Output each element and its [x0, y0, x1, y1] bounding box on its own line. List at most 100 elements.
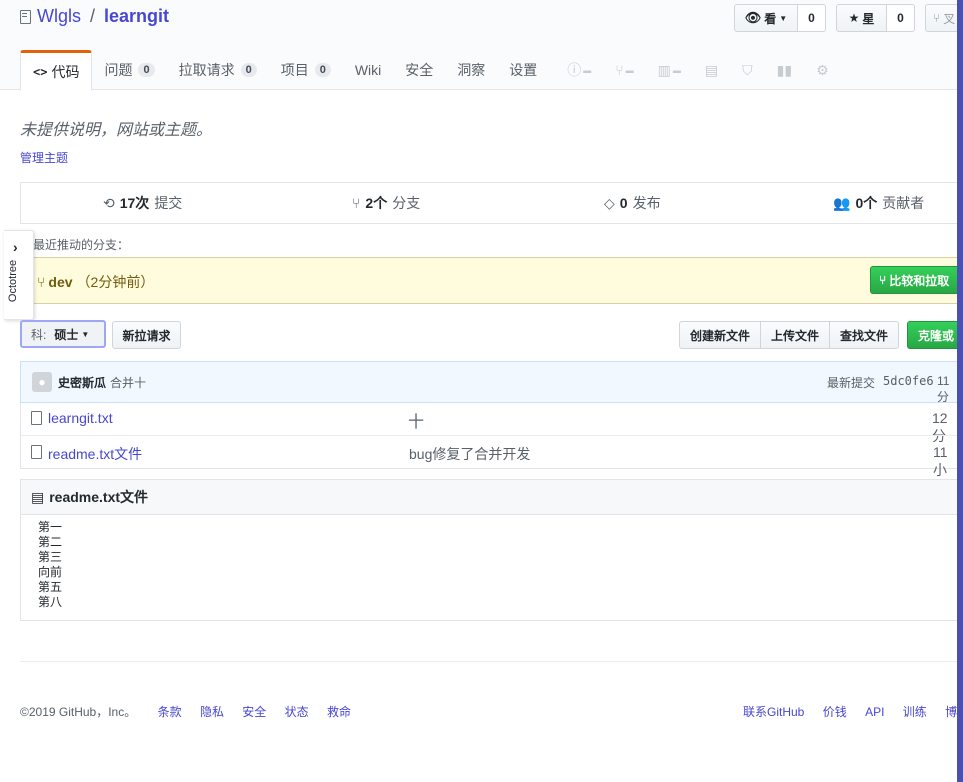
create-new-file-button[interactable]: 创建新文件	[679, 321, 761, 349]
branch-prefix-label: 科:	[31, 327, 47, 342]
window-edge-bar	[957, 0, 963, 782]
star-count[interactable]: 0	[887, 4, 915, 32]
footer-link-security[interactable]: 安全	[242, 705, 266, 719]
footer-link-help[interactable]: 救命	[327, 705, 351, 719]
repo-owner-link[interactable]: Wlgls	[37, 6, 81, 27]
footer-link-terms[interactable]: 条款	[158, 705, 182, 719]
octotree-label: Octotree	[7, 259, 20, 303]
commit-message-link[interactable]: 合并十	[110, 374, 146, 391]
upload-files-button[interactable]: 上传文件	[760, 321, 830, 349]
git-pull-request-icon[interactable]: ⑂ ▬	[603, 50, 645, 90]
clone-download-label: 克隆或	[918, 328, 955, 343]
footer-divider	[20, 661, 957, 662]
file-commit-message-link[interactable]: 十	[408, 408, 424, 432]
star-button[interactable]: ★ 星	[836, 4, 887, 32]
commit-hash-link[interactable]: 5dc0fe6	[883, 374, 934, 388]
footer-link-privacy[interactable]: 隐私	[200, 705, 224, 719]
git-branch-icon: ⑂	[352, 195, 361, 211]
tab-projects[interactable]: 项目 0	[269, 50, 343, 90]
footer-left: ©2019 GitHub，Inc。 条款 隐私 安全 状态 救命	[20, 703, 366, 720]
tab-settings[interactable]: 设置	[497, 50, 549, 90]
tab-issues[interactable]: 问题 0	[92, 50, 166, 90]
gear-icon[interactable]: ⚙	[804, 50, 841, 90]
commits-count: 17次	[119, 195, 150, 211]
book-icon: ▤	[31, 488, 45, 505]
fork-label: 叉	[943, 11, 956, 26]
avatar[interactable]: ●	[32, 372, 52, 392]
shield-icon[interactable]: ⛉	[730, 50, 765, 90]
readme-line: 第五	[38, 580, 63, 594]
repo-description: 未提供说明，网站或主题。	[20, 122, 213, 139]
tab-projects-label: 项目	[280, 62, 309, 78]
tab-settings-label: 设置	[509, 62, 538, 78]
projects-count-badge: 0	[314, 63, 331, 77]
commits-summary[interactable]: ⟲ 17次 提交	[103, 193, 182, 213]
history-icon: ⟲	[103, 194, 115, 211]
file-table: learngit.txt 十 12分 readme.txt文件 bug修复了合并…	[20, 402, 958, 478]
star-label: 星	[862, 11, 875, 26]
readme-header: ▤ readme.txt文件	[21, 480, 958, 515]
code-icon: <>	[33, 64, 48, 79]
latest-commit-label: 最新提交	[827, 376, 876, 390]
releases-label: 发布	[632, 195, 661, 211]
branches-count: 2个	[365, 195, 388, 211]
readme-content: 第一 第二 第三 向前 第五 第八	[38, 520, 62, 610]
footer-link-pricing[interactable]: 价钱	[823, 705, 847, 719]
clone-download-button[interactable]: 克隆或	[907, 321, 957, 349]
recent-branch-link[interactable]: dev	[48, 274, 72, 290]
compare-pull-request-button[interactable]: ⑂ 比较和拉取	[870, 266, 958, 294]
tab-wiki[interactable]: Wiki	[343, 50, 393, 90]
file-name-link[interactable]: readme.txt文件	[48, 444, 142, 464]
git-branch-icon: ⑂	[37, 274, 46, 290]
manage-topics-link[interactable]: 管理主题	[20, 149, 68, 166]
footer-right: 联系GitHub 价钱 API 训练 博客	[743, 703, 957, 720]
tab-insights[interactable]: 洞察	[445, 50, 497, 90]
repo-separator: /	[90, 6, 96, 26]
octotree-toggle[interactable]: › Octotree	[4, 230, 34, 320]
repo-name-link[interactable]: learngit	[104, 6, 169, 27]
branches-summary[interactable]: ⑂ 2个 分支	[352, 193, 420, 213]
new-pull-request-button[interactable]: 新拉请求	[112, 321, 181, 349]
issues-count-badge: 0	[138, 63, 155, 77]
readme-title: readme.txt文件	[49, 489, 149, 505]
footer-copyright: ©2019 GitHub，Inc。	[20, 705, 137, 719]
readme-line: 第二	[38, 535, 63, 549]
find-file-button[interactable]: 查找文件	[829, 321, 899, 349]
tab-pull-requests[interactable]: 拉取请求 0	[167, 50, 269, 90]
book-icon[interactable]: ▤	[693, 50, 730, 90]
file-name-link[interactable]: learngit.txt	[48, 410, 113, 426]
commit-time: 11分	[937, 374, 950, 404]
project-icon[interactable]: ▥ ▬	[646, 50, 693, 90]
file-icon	[31, 445, 42, 459]
commit-author-link[interactable]: 史密斯瓜	[58, 374, 106, 391]
numbers-summary: ⟲ 17次 提交 ⑂ 2个 分支 ◇ 0 发布 👥 0个 贡献者	[20, 182, 957, 224]
recent-branch-banner: ⑂ dev （2分钟前） ⑂ 比较和拉取	[20, 257, 958, 304]
footer-link-status[interactable]: 状态	[285, 705, 309, 719]
graph-icon[interactable]: ▮▮	[765, 50, 804, 90]
readme-box: ▤ readme.txt文件 第一 第二 第三 向前 第五 第八	[20, 479, 958, 621]
releases-summary[interactable]: ◇ 0 发布	[604, 193, 661, 213]
table-row: learngit.txt 十 12分	[21, 402, 958, 444]
pull-requests-count-badge: 0	[240, 63, 257, 77]
footer-link-training[interactable]: 训练	[903, 705, 927, 719]
watch-button[interactable]: 👁 看 ▼	[734, 4, 798, 32]
issue-opened-icon[interactable]: ⓘ ▬	[549, 50, 603, 90]
caret-down-icon: ▼	[81, 329, 90, 339]
tab-security[interactable]: 安全	[393, 50, 445, 90]
recent-branch-time: （2分钟前）	[76, 274, 155, 290]
watch-count[interactable]: 0	[798, 4, 826, 32]
footer-link-api[interactable]: API	[865, 705, 884, 719]
file-time: 11小	[933, 444, 948, 478]
file-commit-message-link[interactable]: bug修复了合并开发	[409, 444, 530, 464]
contributors-summary[interactable]: 👥 0个 贡献者	[833, 193, 924, 213]
contributors-label: 贡献者	[882, 195, 925, 211]
tab-code[interactable]: <> 代码	[20, 50, 93, 91]
tag-icon: ◇	[604, 194, 615, 211]
footer-link-blog[interactable]: 博客	[945, 705, 957, 719]
branches-label: 分支	[392, 195, 421, 211]
fork-icon: ⑂	[933, 11, 941, 25]
branch-select-button[interactable]: 科: 硕士 ▼	[20, 320, 106, 348]
readme-line: 向前	[38, 565, 63, 579]
tab-insights-label: 洞察	[457, 62, 486, 78]
footer-link-contact[interactable]: 联系GitHub	[743, 705, 804, 719]
